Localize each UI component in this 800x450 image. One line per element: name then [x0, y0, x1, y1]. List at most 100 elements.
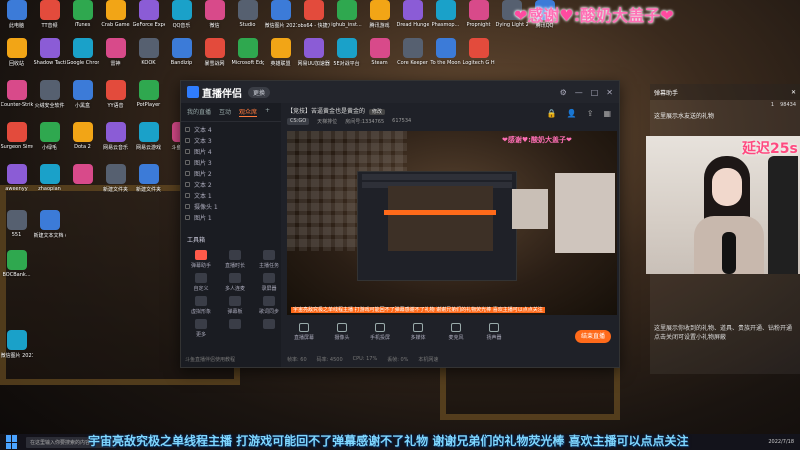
system-tray: 2022/7/18 — [768, 439, 800, 445]
tab-interact[interactable]: 互动 — [219, 107, 231, 117]
desktop-icon[interactable]: 火绒安全软件 — [33, 80, 66, 118]
tool-item[interactable] — [219, 319, 251, 338]
change-button[interactable]: 更换 — [248, 86, 271, 98]
game-category[interactable]: CS:GO — [287, 118, 310, 125]
tool-item[interactable]: 直播时长 — [219, 250, 251, 269]
app-icon — [39, 0, 60, 20]
app-icon — [369, 0, 390, 20]
desktop-icon[interactable]: ighub_inst... — [330, 0, 363, 38]
desktop-icon[interactable]: Logitech G HUB — [462, 38, 495, 76]
tutorial-link[interactable]: 斗鱼直播伴侣使用教程 — [185, 356, 235, 363]
scene-item[interactable]: 文本 3 — [185, 135, 277, 146]
desktop-icon[interactable] — [66, 164, 99, 202]
desktop-icon[interactable]: 暴雪战网 — [198, 38, 231, 76]
desktop-icon[interactable]: Crab Game — [99, 0, 132, 38]
minimize-icon[interactable]: — — [575, 88, 583, 97]
header-icons: 🔒 👤 ⇪ ▦ — [547, 109, 611, 118]
scene-item[interactable]: 图片 2 — [185, 168, 277, 179]
desktop-icon[interactable]: 英雄联盟 — [264, 38, 297, 76]
desktop-icon[interactable]: Phasmop... — [429, 0, 462, 38]
desktop-icon[interactable]: 此电脑 — [0, 0, 33, 38]
desktop-icon[interactable]: Dread Hunger — [396, 0, 429, 38]
desktop-icon[interactable]: 微信图片 2021111... — [264, 0, 297, 38]
tab-my-live[interactable]: 我的直播 — [187, 107, 211, 117]
desktop-icon[interactable]: 小绿毛 — [33, 122, 66, 160]
desktop-icon[interactable]: iTunes — [66, 0, 99, 38]
desktop-icon[interactable]: YY语音 — [99, 80, 132, 118]
desktop-icon[interactable]: Core Keeper — [396, 38, 429, 76]
stream-preview[interactable]: ❤感谢♥:酸奶大盖子❤ 宇宙亮敌究极之单线程主播 打游戏可能回不了弹幕感谢不了礼… — [287, 131, 617, 315]
desktop-icon[interactable]: Microsoft Edge — [231, 38, 264, 76]
desktop-icon[interactable]: Propnight — [462, 0, 495, 38]
desktop-icon[interactable]: Shadow Tactics — [33, 38, 66, 76]
source-control-button[interactable]: 手机投屏 — [363, 323, 397, 341]
scene-item[interactable]: 文本 2 — [185, 179, 277, 190]
desktop-icon[interactable]: 网易云音乐 — [99, 122, 132, 160]
desktop-icon[interactable]: Surgeon Simulator — [0, 122, 33, 160]
grid-icon[interactable]: ▦ — [603, 109, 611, 118]
desktop-icon[interactable]: 微信 — [198, 0, 231, 38]
desktop-icon[interactable]: Bandizip — [165, 38, 198, 76]
desktop-icon[interactable]: Google Chrome — [66, 38, 99, 76]
user-icon[interactable]: 👤 — [567, 109, 577, 118]
desktop-icon[interactable]: To the Moon — [429, 38, 462, 76]
desktop-icon[interactable]: QQ音乐 — [165, 0, 198, 38]
desktop-icon[interactable]: 雷神 — [99, 38, 132, 76]
maximize-icon[interactable]: □ — [591, 88, 599, 97]
desktop-icon[interactable]: obs64 - 快捷方式 — [297, 0, 330, 38]
lock-icon[interactable]: 🔒 — [547, 109, 557, 118]
source-control-button[interactable]: 摄像头 — [325, 323, 359, 341]
close-icon[interactable]: ✕ — [606, 88, 613, 97]
settings-icon[interactable]: ⚙ — [560, 88, 567, 97]
source-control-button[interactable]: 多媒体 — [401, 323, 435, 341]
desktop-icon[interactable]: 微信图片 2021051... — [0, 330, 33, 368]
desktop-icon[interactable]: 新建文件夹 — [132, 164, 165, 202]
scene-item[interactable]: 文本 1 — [185, 190, 277, 201]
desktop-icon[interactable]: Counter-Strike — [0, 80, 33, 118]
desktop-icon[interactable]: BOCBank... — [0, 250, 33, 288]
edit-title-button[interactable]: 修改 — [369, 109, 386, 115]
tool-item[interactable]: 弹幕助手 — [185, 250, 217, 269]
scene-item[interactable]: 图片 4 — [185, 146, 277, 157]
tab-audience[interactable]: 观众席 — [239, 107, 258, 117]
desktop-icon[interactable]: aweenyy — [0, 164, 33, 202]
desktop-icon[interactable]: KOOK — [132, 38, 165, 76]
scene-item[interactable]: 图片 3 — [185, 157, 277, 168]
add-scene-icon[interactable]: + — [265, 107, 270, 117]
tool-item[interactable]: 自定义 — [185, 273, 217, 292]
desktop-icon[interactable]: 551 — [0, 210, 33, 248]
desktop-icon[interactable]: 新建文本文档 (3) — [33, 210, 66, 248]
app-logo-icon — [187, 86, 199, 98]
desktop-icon[interactable]: 腾讯游戏 — [363, 0, 396, 38]
tool-icon — [263, 319, 275, 329]
desktop-icon[interactable]: GeForce Experience — [132, 0, 165, 38]
desktop-icon[interactable]: TT音频 — [33, 0, 66, 38]
desktop-icon[interactable]: 回收站 — [0, 38, 33, 76]
close-icon[interactable]: ✕ — [791, 89, 796, 96]
desktop-icon[interactable]: 网易云游戏 — [132, 122, 165, 160]
desktop-icon[interactable]: 小黑盒 — [66, 80, 99, 118]
tool-item[interactable]: 更多 — [185, 319, 217, 338]
source-control-button[interactable]: 直播屏幕 — [287, 323, 321, 341]
tool-item[interactable]: 多人连麦 — [219, 273, 251, 292]
start-icon[interactable] — [6, 435, 20, 449]
end-live-button[interactable]: 结束直播 — [574, 330, 611, 343]
desktop-icon[interactable]: zhaopian — [33, 164, 66, 202]
source-control-button[interactable]: 麦克风 — [439, 323, 473, 341]
desktop-icon[interactable]: Studio — [231, 0, 264, 38]
desktop-icon[interactable]: 5E对战平台 — [330, 38, 363, 76]
scene-item[interactable]: 图片 1 — [185, 212, 277, 223]
desktop-icon[interactable]: PotPlayer — [132, 80, 165, 118]
tool-item[interactable]: 弹幕板 — [219, 296, 251, 315]
preview-thanks-name: 酸奶大盖子 — [530, 136, 566, 144]
scene-item[interactable]: 文本 4 — [185, 124, 277, 135]
share-icon[interactable]: ⇪ — [587, 109, 594, 118]
source-control-button[interactable]: 扬声器 — [477, 323, 511, 341]
scene-item[interactable]: 摄像头 1 — [185, 201, 277, 212]
desktop-icon[interactable]: 新建文件夹 — [99, 164, 132, 202]
desktop-icon[interactable]: 网易UU加速器 — [297, 38, 330, 76]
desktop-icon[interactable]: Dota 2 — [66, 122, 99, 160]
tool-item[interactable]: 虚拟形象 — [185, 296, 217, 315]
desktop-icon[interactable]: Steam — [363, 38, 396, 76]
thanks-name: 酸奶大盖子 — [580, 6, 661, 25]
